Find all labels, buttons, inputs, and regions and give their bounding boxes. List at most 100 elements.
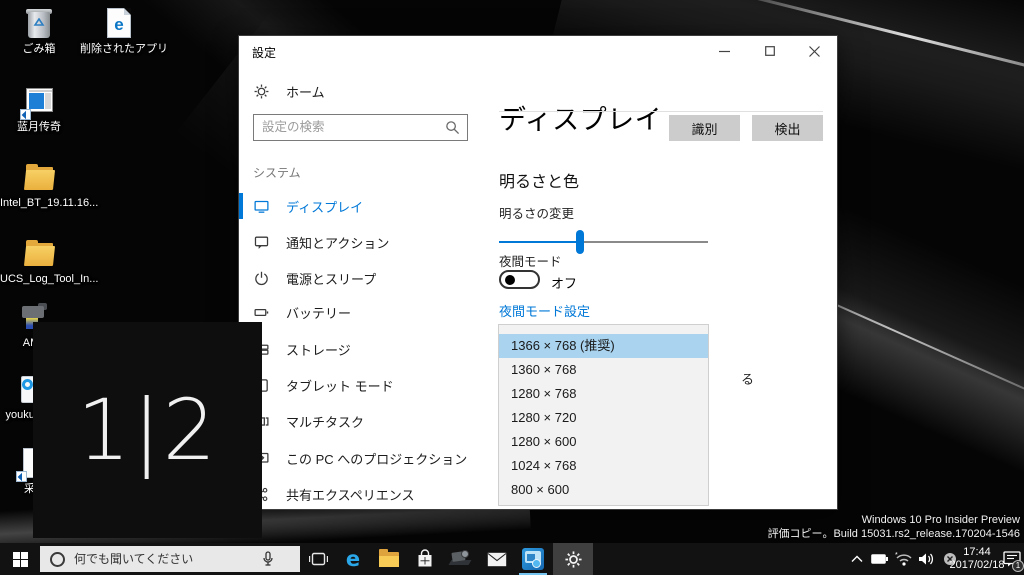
- taskbar-mail-button[interactable]: [480, 543, 514, 575]
- microphone-icon[interactable]: [261, 551, 275, 567]
- resolution-dropdown-list: 1366 × 768 (推奨) 1360 × 768 1280 × 768 12…: [498, 324, 709, 506]
- resolution-option[interactable]: 1280 × 600: [499, 430, 708, 454]
- taskbar-store-button[interactable]: [408, 543, 442, 575]
- header-divider: [499, 111, 823, 112]
- action-center-button[interactable]: 1: [1000, 543, 1024, 575]
- blue-app-icon: [522, 548, 544, 570]
- windows-logo-icon: [12, 551, 28, 567]
- night-mode-label: 夜間モード: [499, 255, 562, 269]
- desktop-icon-recycle-bin[interactable]: ごみ箱: [0, 6, 78, 56]
- taskbar: e: [0, 543, 1024, 575]
- power-icon: [255, 271, 268, 285]
- edge-icon: e: [345, 547, 361, 571]
- tray-show-hidden-icons-button[interactable]: [846, 543, 868, 575]
- insider-watermark: Windows 10 Pro Insider Preview 評価コピー。Bui…: [768, 514, 1020, 541]
- minimize-button[interactable]: [702, 36, 747, 66]
- taskbar-settings-button[interactable]: [556, 543, 590, 575]
- shortcut-arrow-icon: [20, 109, 31, 120]
- taskbar-device-app-button[interactable]: [444, 543, 478, 575]
- close-icon: [809, 45, 820, 57]
- sidebar-item-projecting[interactable]: この PC へのプロジェクション: [239, 445, 467, 471]
- sidebar-section-system: システム: [253, 166, 301, 180]
- sidebar-item-tablet-mode[interactable]: タブレット モード: [239, 372, 461, 398]
- detect-button[interactable]: 検出: [752, 115, 823, 141]
- brightness-section-header: 明るさと色: [499, 174, 580, 191]
- task-view-button[interactable]: [301, 543, 335, 575]
- desktop: ごみ箱 e 削除されたアプリ 蓝月传奇 Intel_BT_19.11.16...…: [0, 0, 1024, 575]
- brightness-label: 明るさの変更: [499, 207, 575, 221]
- sidebar-item-display[interactable]: ディスプレイ: [239, 193, 461, 219]
- device-camera-icon: [448, 550, 472, 568]
- sidebar-item-storage[interactable]: ストレージ: [239, 336, 461, 362]
- settings-gear-icon: [564, 550, 582, 568]
- night-mode-toggle[interactable]: [499, 270, 540, 289]
- night-mode-state: オフ: [551, 276, 578, 291]
- resolution-option[interactable]: 1280 × 768: [499, 382, 708, 406]
- taskbar-file-explorer-button[interactable]: [372, 543, 406, 575]
- shortcut-arrow-icon: [16, 471, 27, 482]
- settings-search-box[interactable]: [253, 114, 468, 141]
- maximize-icon: [764, 46, 775, 56]
- sidebar-item-multitasking[interactable]: マルチタスク: [239, 408, 461, 434]
- task-view-icon: [308, 552, 328, 566]
- desktop-icon-deleted-apps[interactable]: e 削除されたアプリ: [80, 6, 168, 56]
- gear-icon: [254, 84, 269, 98]
- battery-icon: [254, 308, 269, 316]
- start-button[interactable]: [0, 543, 40, 575]
- cortana-search-input[interactable]: [74, 552, 259, 566]
- sidebar-item-power[interactable]: 電源とスリープ: [239, 265, 461, 291]
- folder-icon: [22, 236, 56, 270]
- sidebar-item-shared-experiences[interactable]: 共有エクスペリエンス: [239, 481, 461, 507]
- battery-icon: [870, 554, 888, 564]
- desktop-icon-game-shortcut[interactable]: 蓝月传奇: [0, 84, 78, 134]
- identify-button[interactable]: 識別: [669, 115, 740, 141]
- taskbar-blue-app-button[interactable]: [516, 543, 550, 575]
- wifi-disconnected-icon: *: [895, 552, 912, 566]
- mail-envelope-icon: [487, 552, 507, 566]
- desktop-icon-ucs-log-folder[interactable]: UCS_Log_Tool_In...: [0, 236, 98, 286]
- toggle-knob: [505, 274, 515, 285]
- watermark-line2: 評価コピー。Build 15031.rs2_release.170204-154…: [767, 527, 1020, 540]
- desktop-icon-intel-bt-folder[interactable]: Intel_BT_19.11.16...: [0, 160, 98, 210]
- store-bag-icon: [418, 549, 432, 567]
- speaker-icon: [918, 553, 933, 565]
- sidebar-item-battery[interactable]: バッテリー: [239, 299, 461, 325]
- resolution-option-selected[interactable]: 1366 × 768 (推奨): [499, 334, 708, 358]
- resolution-option[interactable]: 1280 × 720: [499, 406, 708, 430]
- sidebar-item-notifications[interactable]: 通知とアクション: [239, 229, 461, 255]
- tray-clock[interactable]: 17:44 2017/02/18: [948, 546, 1006, 573]
- window-title: 設定: [252, 46, 277, 60]
- night-mode-settings-link[interactable]: 夜間モード設定: [499, 301, 590, 320]
- slider-thumb[interactable]: [576, 230, 584, 254]
- slider-fill: [499, 241, 580, 243]
- folder-icon: [22, 160, 56, 194]
- recycle-bin-icon: [22, 6, 56, 40]
- background-text-fragment: る: [741, 372, 755, 387]
- svg-text:*: *: [895, 552, 898, 559]
- cortana-icon: [50, 551, 65, 567]
- tray-wifi-button[interactable]: *: [892, 543, 914, 575]
- cortana-search-box[interactable]: [40, 546, 300, 572]
- recycle-symbol: [33, 18, 45, 26]
- watermark-line1: Windows 10 Pro Insider Preview: [861, 514, 1020, 526]
- display-number-text: 1|2: [76, 381, 219, 479]
- notification-badge: 1: [1012, 560, 1024, 572]
- close-button[interactable]: [792, 36, 837, 66]
- chevron-up-icon: [851, 555, 863, 562]
- resolution-option[interactable]: 1024 × 768: [499, 454, 708, 478]
- sidebar-item-home[interactable]: ホーム: [239, 78, 461, 104]
- minimize-icon: [719, 50, 730, 52]
- page-title: ディスプレイ: [499, 105, 663, 135]
- resolution-option[interactable]: 1360 × 768: [499, 358, 708, 382]
- resolution-option[interactable]: 800 × 600: [499, 478, 708, 502]
- search-icon: [446, 121, 460, 135]
- taskbar-edge-button[interactable]: e: [336, 543, 370, 575]
- tray-battery-button[interactable]: [868, 543, 890, 575]
- window-titlebar[interactable]: 設定: [239, 36, 837, 66]
- clock-time: 17:44: [963, 546, 991, 558]
- sidebar-home-label: ホーム: [286, 84, 325, 100]
- maximize-button[interactable]: [747, 36, 792, 66]
- settings-search-input[interactable]: [262, 115, 437, 139]
- tray-volume-button[interactable]: [915, 543, 937, 575]
- clock-date: 2017/02/18: [949, 559, 1005, 571]
